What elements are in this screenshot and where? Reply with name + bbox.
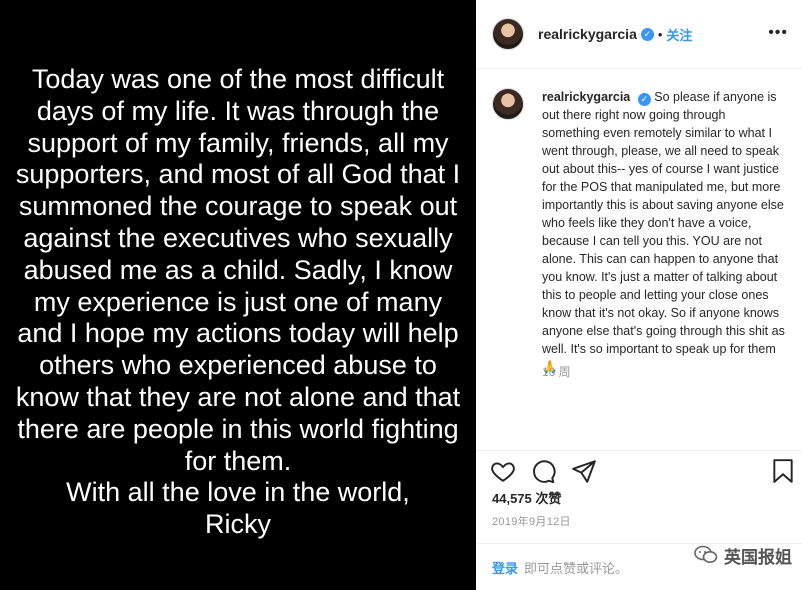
image-text-line: others who experienced abuse to (39, 350, 437, 381)
verified-badge-icon: ✓ (637, 93, 651, 106)
comment-hint: 即可点赞或评论。 (524, 560, 629, 576)
image-text-line: and I hope my actions today will help (17, 318, 459, 349)
caption-area: realrickygarcia ✓ So please if anyone is… (476, 70, 802, 450)
caption-text: realrickygarcia ✓ So please if anyone is… (542, 88, 786, 376)
avatar[interactable] (492, 18, 524, 50)
image-text-line: know that they are not alone and that (15, 381, 461, 412)
header-username[interactable]: realrickygarcia (538, 26, 637, 42)
image-text-line: for them. (184, 445, 292, 476)
post-image[interactable]: Today was one of the most difficult days … (0, 0, 476, 590)
watermark: 英国报姐 (694, 540, 792, 570)
image-text-line: With all the love in the world, (66, 477, 410, 508)
caption-body: So please if anyone is out there right n… (542, 90, 785, 374)
image-text-line: Ricky (205, 509, 271, 540)
share-icon[interactable] (571, 458, 597, 484)
image-text-line: there are people in this world fighting (17, 413, 459, 444)
post-header: realrickygarcia ✓ • 关注 ••• (476, 0, 802, 69)
image-text-line: days of my life. It was through the (36, 95, 440, 126)
wechat-icon (694, 545, 718, 563)
time-ago: 16 周 (542, 365, 571, 379)
post-sidebar: realrickygarcia ✓ • 关注 ••• realrickygarc… (476, 0, 802, 590)
heart-icon[interactable] (490, 458, 516, 484)
more-options-icon[interactable]: ••• (768, 24, 788, 42)
image-text-line: abused me as a child. Sadly, I know (23, 254, 453, 285)
separator-dot: • (657, 26, 663, 42)
action-bar (476, 450, 802, 491)
image-text-line: Today was one of the most difficult (31, 64, 445, 94)
post-date: 2019年9月12日 (492, 516, 571, 528)
image-text-line: support of my family, friends, all my (27, 127, 449, 158)
likes-count[interactable]: 44,575 次赞 (492, 488, 561, 507)
action-icons (476, 451, 802, 491)
caption-username[interactable]: realrickygarcia (542, 90, 630, 104)
comment-icon[interactable] (530, 458, 556, 484)
follow-button[interactable]: 关注 (666, 25, 692, 44)
watermark-text: 英国报姐 (724, 547, 792, 567)
caption-avatar[interactable] (492, 88, 524, 120)
login-link[interactable]: 登录 (492, 558, 518, 577)
caption-row: realrickygarcia ✓ So please if anyone is… (492, 88, 786, 376)
image-text-line: against the executives who sexually (23, 222, 453, 253)
image-text-line: supporters, and most of all God that I (15, 159, 461, 190)
bookmark-icon[interactable] (772, 458, 794, 484)
image-text-line: my experience is just one of many (33, 286, 443, 317)
image-text-line: summoned the courage to speak out (18, 191, 458, 222)
verified-badge-icon: ✓ (640, 27, 654, 41)
